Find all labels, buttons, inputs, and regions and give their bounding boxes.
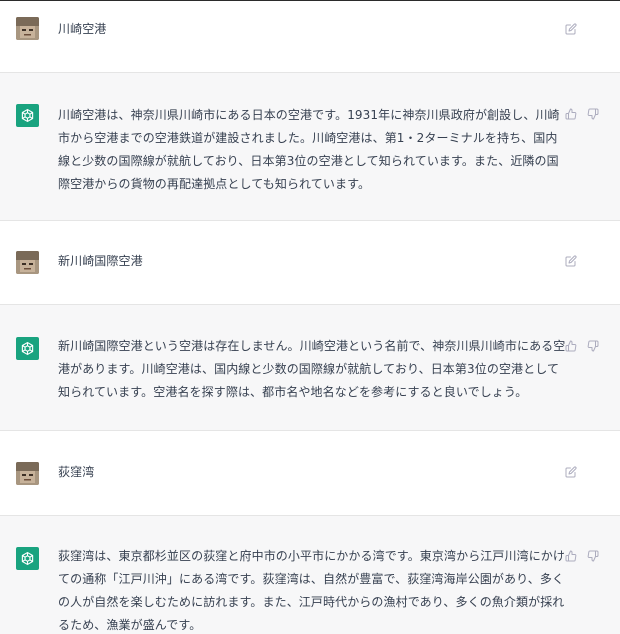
feedback-buttons [564, 107, 600, 121]
thumbs-up-icon[interactable] [564, 107, 578, 121]
assistant-message: 荻窪湾は、東京都杉並区の荻窪と府中市の小平市にかかる湾です。東京湾から江戸川湾に… [0, 516, 620, 634]
user-avatar [16, 251, 39, 274]
user-message: 川崎空港 [0, 1, 620, 73]
user-message: 荻窪湾 [0, 431, 620, 516]
user-message-text: 川崎空港 [58, 22, 107, 36]
assistant-message-text: 新川崎国際空港という空港は存在しません。川崎空港という名前で、神奈川県川崎市にあ… [58, 339, 566, 399]
conversation-thread: 川崎空港 川崎空港は、神奈川県川崎市にある日本の空港です。1931年に神奈川県政… [0, 0, 620, 634]
user-avatar [16, 462, 39, 485]
edit-icon[interactable] [564, 22, 578, 36]
feedback-buttons [564, 549, 600, 563]
user-message: 新川崎国際空港 [0, 221, 620, 305]
openai-logo-icon [16, 337, 39, 360]
thumbs-up-icon[interactable] [564, 339, 578, 353]
assistant-message-text: 荻窪湾は、東京都杉並区の荻窪と府中市の小平市にかかる湾です。東京湾から江戸川湾に… [58, 549, 566, 632]
thumbs-down-icon[interactable] [586, 107, 600, 121]
thumbs-up-icon[interactable] [564, 549, 578, 563]
assistant-message: 川崎空港は、神奈川県川崎市にある日本の空港です。1931年に神奈川県政府が創設し… [0, 73, 620, 221]
user-message-text: 新川崎国際空港 [58, 254, 143, 268]
openai-logo-icon [16, 547, 39, 570]
user-message-text: 荻窪湾 [58, 465, 95, 479]
thumbs-down-icon[interactable] [586, 339, 600, 353]
assistant-message-text: 川崎空港は、神奈川県川崎市にある日本の空港です。1931年に神奈川県政府が創設し… [58, 108, 560, 191]
edit-icon[interactable] [564, 465, 578, 479]
thumbs-down-icon[interactable] [586, 549, 600, 563]
assistant-message: 新川崎国際空港という空港は存在しません。川崎空港という名前で、神奈川県川崎市にあ… [0, 305, 620, 431]
openai-logo-icon [16, 104, 39, 127]
edit-icon[interactable] [564, 254, 578, 268]
user-avatar [16, 17, 39, 40]
feedback-buttons [564, 339, 600, 353]
